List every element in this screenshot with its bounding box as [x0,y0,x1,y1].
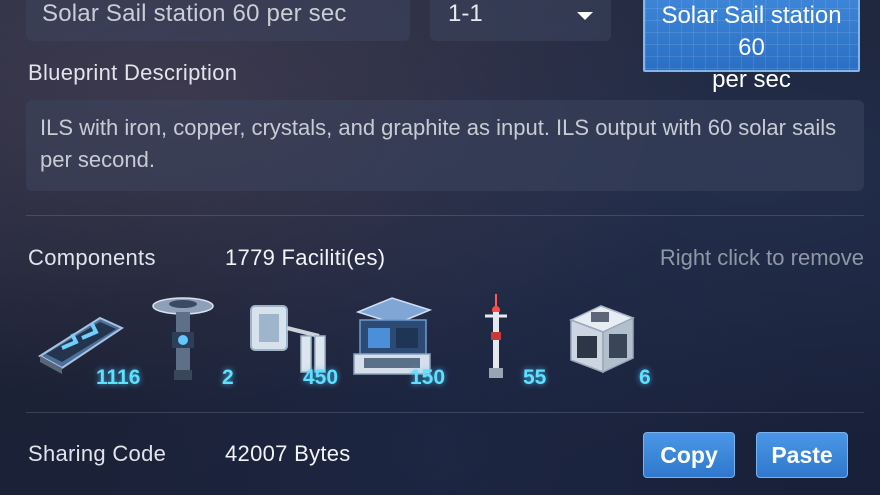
tesla-tower-icon [485,294,507,378]
component-logistics-station[interactable]: 2 [150,290,240,390]
blueprint-button-line2: per sec [712,66,791,93]
sharing-code-size: 42007 Bytes [225,441,351,466]
component-count: 2 [222,366,234,389]
components-label: Components [28,245,156,270]
component-count: 450 [303,366,339,389]
description-text: ILS with iron, copper, crystals, and gra… [40,115,837,172]
paste-button[interactable]: Paste [756,432,848,478]
description-textarea[interactable]: ILS with iron, copper, crystals, and gra… [26,100,864,191]
divider [26,412,864,413]
component-count: 6 [639,366,651,389]
chevron-down-icon [577,12,593,20]
component-sorter[interactable]: 450 [245,290,345,390]
sharing-code-label: Sharing Code [28,441,167,466]
component-count: 55 [523,366,547,389]
blueprint-name-value: Solar Sail station 60 per sec [42,0,347,27]
component-count: 150 [410,366,446,389]
layer-select[interactable]: 1-1 [430,0,611,41]
description-label: Blueprint Description [28,60,238,85]
components-total: 1779 Faciliti(es) [225,245,386,270]
component-storage[interactable]: 6 [565,290,665,390]
component-count: 1116 [96,366,141,389]
blueprint-name-input[interactable]: Solar Sail station 60 per sec [26,0,410,41]
blueprint-thumbnail-button[interactable]: Solar Sail station 60 per sec [643,0,860,93]
storage-box-icon [569,305,635,374]
component-conveyor-belt[interactable]: 1116 [32,290,142,390]
interstellar-logistics-station-icon [152,297,214,380]
layer-select-value: 1-1 [448,0,483,27]
copy-button[interactable]: Copy [643,432,735,478]
divider [26,215,864,216]
component-tesla-tower[interactable]: 55 [475,290,565,390]
blueprint-button-line1: Solar Sail station 60 [661,2,842,61]
component-assembler[interactable]: 150 [350,290,460,390]
remove-hint: Right click to remove [659,245,864,270]
